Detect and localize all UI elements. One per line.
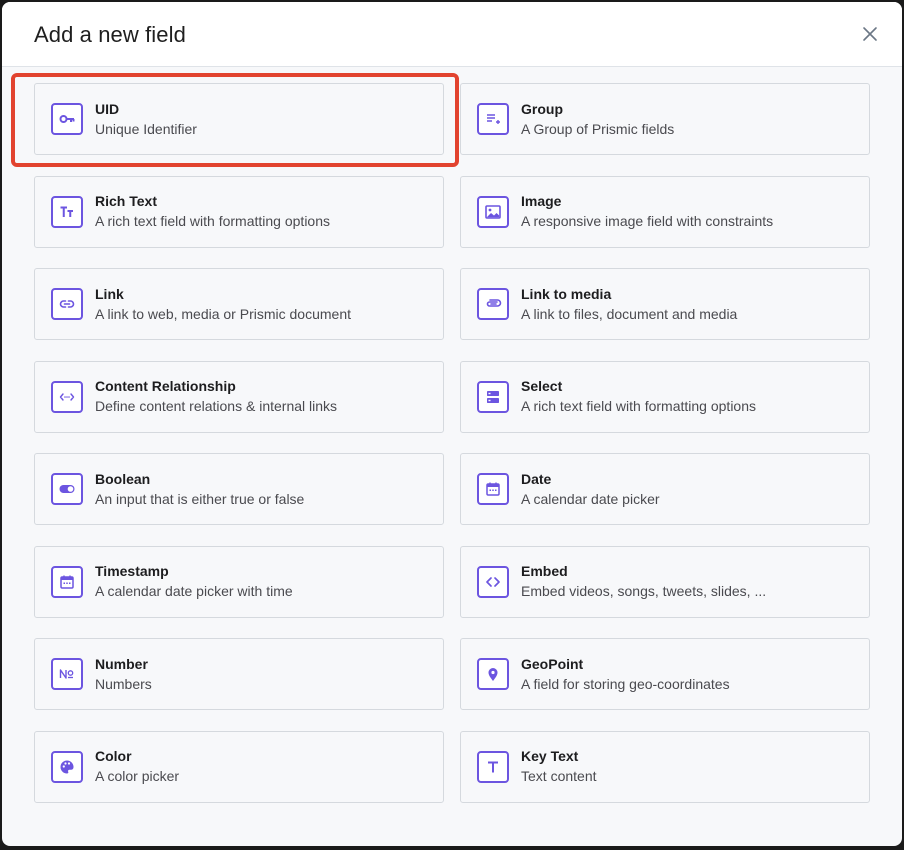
field-card-select[interactable]: Select A rich text field with formatting… <box>460 360 870 433</box>
field-title: Link <box>95 285 124 302</box>
field-title: Group <box>521 100 563 117</box>
field-description: A field for storing geo-coordinates <box>521 675 730 692</box>
rich-text-icon <box>60 206 73 217</box>
field-description: Numbers <box>95 675 152 692</box>
add-field-modal: Add a new field UID Unique Identifier Gr… <box>2 2 902 846</box>
modal-header: Add a new field <box>2 2 902 67</box>
field-card-rich-text[interactable]: Rich Text A rich text field with formatt… <box>34 175 444 248</box>
icon-container <box>51 288 83 320</box>
field-title: Key Text <box>521 748 579 764</box>
field-description: A rich text field with formatting option… <box>521 398 756 414</box>
field-description: A color picker <box>95 768 180 784</box>
icon-container <box>477 380 509 413</box>
field-card-link[interactable]: Link A link to web, media or Prismic doc… <box>34 268 444 340</box>
field-card-embed[interactable]: Embed Embed videos, songs, tweets, slide… <box>460 545 870 618</box>
field-description: A calendar date picker with time <box>95 583 293 599</box>
palette-icon <box>60 760 74 773</box>
field-card-content-relationship[interactable]: Content Relationship Define content rela… <box>34 360 444 433</box>
field-title: Rich Text <box>95 193 157 209</box>
close-icon <box>863 27 877 41</box>
icon-container <box>477 288 509 320</box>
select-icon <box>487 390 499 403</box>
field-description: A calendar date picker <box>521 490 660 507</box>
field-card-key-text[interactable]: Key Text Text content <box>460 730 870 803</box>
icon-container <box>51 380 83 413</box>
field-type-grid: UID Unique Identifier Group A Group of P… <box>11 73 870 803</box>
content-relationship-icon <box>59 392 75 401</box>
icon-container <box>477 103 509 135</box>
icon-container <box>477 565 509 598</box>
icon-container <box>477 195 509 228</box>
field-title: GeoPoint <box>521 655 584 672</box>
field-card-number[interactable]: Number Numbers <box>34 638 444 710</box>
field-title: Number <box>95 655 148 672</box>
code-icon <box>486 576 500 587</box>
icon-container <box>51 103 83 135</box>
field-card-link-to-media[interactable]: Link to media A link to files, document … <box>460 268 870 340</box>
icon-container <box>51 750 83 783</box>
field-description: Embed videos, songs, tweets, slides, ... <box>521 583 767 599</box>
field-description: An input that is either true or false <box>95 490 305 507</box>
field-card-geopoint[interactable]: GeoPoint A field for storing geo-coordin… <box>460 638 870 710</box>
field-card-image[interactable]: Image A responsive image field with cons… <box>460 175 870 248</box>
field-title: Select <box>521 378 563 394</box>
image-icon <box>485 204 501 219</box>
icon-container <box>51 473 83 505</box>
link-icon <box>59 300 75 308</box>
icon-container <box>477 658 509 690</box>
field-description: A rich text field with formatting option… <box>95 213 330 229</box>
modal-title: Add a new field <box>34 22 186 47</box>
calendar-icon <box>60 575 74 589</box>
icon-container <box>51 195 83 228</box>
field-title: Link to media <box>521 285 612 302</box>
field-description: A Group of Prismic fields <box>521 120 675 137</box>
calendar-icon <box>486 482 500 496</box>
field-title: Boolean <box>95 470 151 487</box>
map-pin-icon <box>488 668 498 681</box>
icon-container <box>477 750 509 783</box>
close-button[interactable] <box>860 24 880 44</box>
field-card-uid[interactable]: UID Unique Identifier <box>11 73 459 167</box>
field-description: Define content relations & internal link… <box>95 398 338 414</box>
field-title: Date <box>521 470 552 487</box>
field-card-group[interactable]: Group A Group of Prismic fields <box>460 83 870 155</box>
icon-container <box>51 658 83 690</box>
number-sign-icon <box>59 669 74 679</box>
icon-container <box>51 565 83 598</box>
field-card-boolean[interactable]: Boolean An input that is either true or … <box>34 453 444 525</box>
field-description: Text content <box>521 768 597 784</box>
text-icon <box>488 761 498 772</box>
paperclip-icon <box>486 299 502 307</box>
field-title: Timestamp <box>95 563 169 579</box>
field-title: Image <box>521 193 562 209</box>
field-card-timestamp[interactable]: Timestamp A calendar date picker with ti… <box>34 545 444 618</box>
key-icon <box>59 115 75 123</box>
field-description: A responsive image field with constraint… <box>521 213 774 229</box>
group-icon <box>487 114 500 124</box>
field-description: Unique Identifier <box>95 120 197 137</box>
field-description: A link to files, document and media <box>521 305 738 322</box>
field-title: Embed <box>521 563 568 579</box>
field-title: Color <box>95 748 132 764</box>
icon-container <box>477 473 509 505</box>
field-card-date[interactable]: Date A calendar date picker <box>460 453 870 525</box>
field-title: Content Relationship <box>95 378 236 394</box>
field-title: UID <box>95 100 120 117</box>
toggle-icon <box>59 485 75 493</box>
field-description: A link to web, media or Prismic document <box>95 305 351 322</box>
field-card-color[interactable]: Color A color picker <box>34 730 444 803</box>
